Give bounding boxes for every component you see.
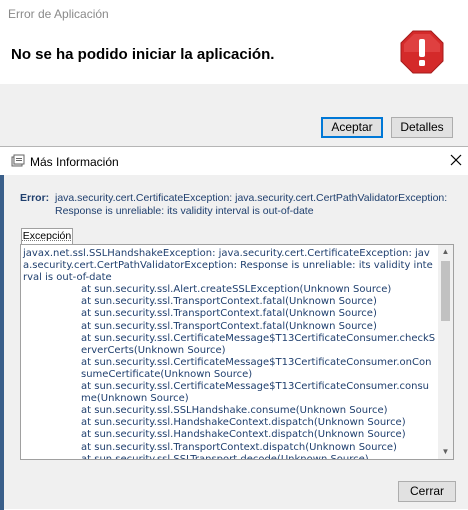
tab-exception-label: Excepción (22, 230, 72, 242)
trace-line: at sun.security.ssl.TransportContext.fat… (81, 296, 377, 308)
error-label: Error: (20, 192, 50, 204)
stack-trace-area[interactable]: javax.net.ssl.SSLHandshakeException: jav… (20, 244, 454, 460)
trace-line: at sun.security.ssl.HandshakeContext.dis… (81, 429, 406, 441)
info-dialog-title: Más Información (30, 155, 119, 169)
trace-line: at sun.security.ssl.CertificateMessage$T… (81, 356, 432, 380)
java-app-icon (11, 154, 25, 167)
scroll-up-icon[interactable]: ▲ (438, 245, 453, 259)
trace-line: javax.net.ssl.SSLHandshakeException: jav… (23, 248, 433, 284)
error-text: java.security.cert.CertificateException:… (55, 192, 448, 217)
scrollbar-thumb[interactable] (441, 261, 450, 321)
vertical-scrollbar[interactable]: ▲ ▼ (438, 245, 453, 459)
trace-line: at sun.security.ssl.CertificateMessage$T… (81, 332, 436, 356)
info-dialog-titlebar: Más Información (0, 147, 468, 175)
trace-line: at sun.security.ssl.HandshakeContext.dis… (81, 417, 406, 429)
window-edge (0, 175, 4, 510)
close-button[interactable]: Cerrar (398, 481, 456, 502)
stack-trace-text: javax.net.ssl.SSLHandshakeException: jav… (23, 248, 436, 460)
stop-icon (400, 30, 444, 74)
scroll-down-icon[interactable]: ▼ (438, 445, 453, 459)
trace-line: at sun.security.ssl.Alert.createSSLExcep… (81, 284, 392, 296)
info-dialog: Más Información Error: java.security.cer… (0, 146, 468, 510)
trace-line: at sun.security.ssl.TransportContext.fat… (81, 308, 377, 320)
trace-line: at sun.security.ssl.CertificateMessage$T… (81, 381, 430, 405)
error-dialog-titlebar: Error de Aplicación (0, 0, 468, 28)
error-message: No se ha podido iniciar la aplicación. (11, 46, 275, 63)
trace-line: at sun.security.ssl.SSLHandshake.consume… (81, 405, 388, 417)
close-icon[interactable] (449, 153, 463, 167)
accept-button[interactable]: Aceptar (321, 117, 383, 138)
details-button[interactable]: Detalles (391, 117, 453, 138)
error-dialog: Error de Aplicación No se ha podido inic… (0, 0, 468, 150)
trace-line: at sun.security.ssl.TransportContext.dis… (81, 441, 397, 453)
error-dialog-title: Error de Aplicación (8, 7, 109, 21)
trace-line: at sun.security.ssl.TransportContext.fat… (81, 320, 377, 332)
trace-line: at sun.security.ssl.SSLTransport.decode(… (81, 453, 369, 460)
error-dialog-content: No se ha podido iniciar la aplicación. (0, 28, 468, 84)
tab-exception[interactable]: Excepción (21, 228, 73, 244)
